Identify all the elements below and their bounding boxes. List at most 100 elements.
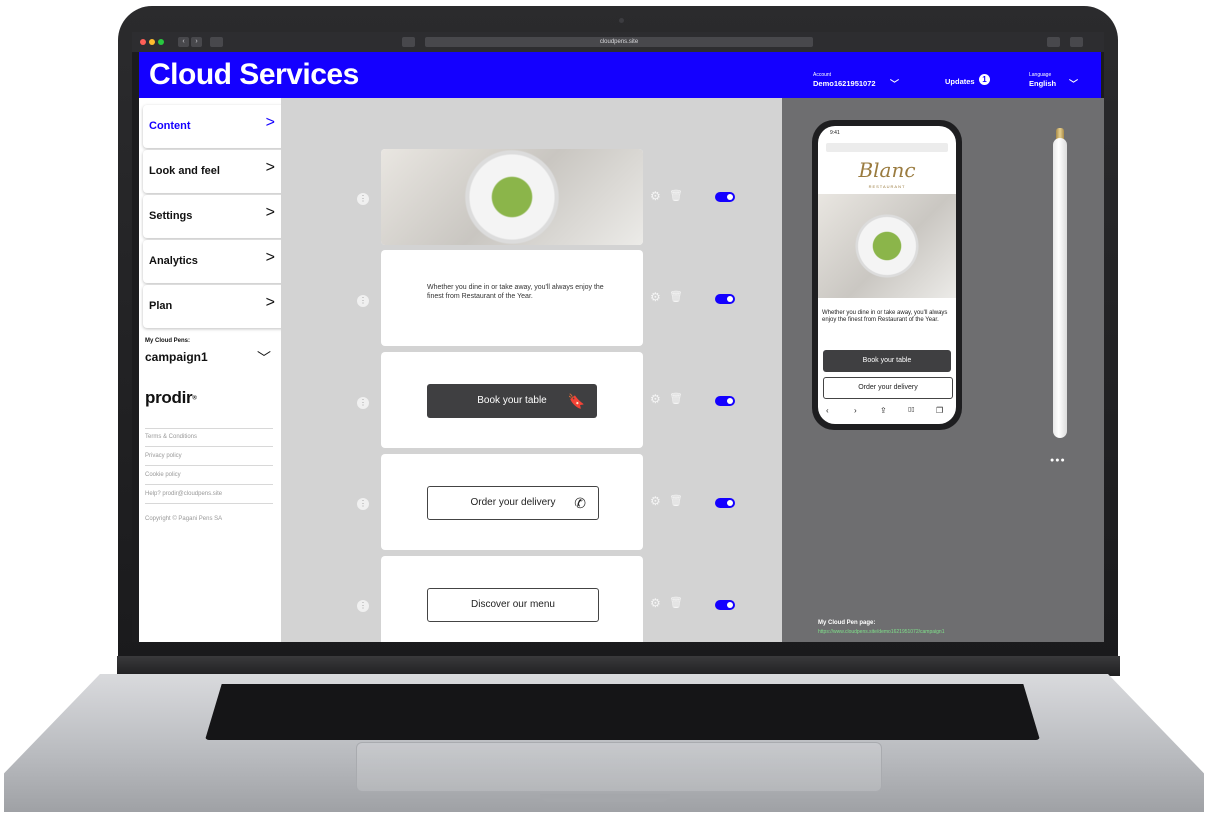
laptop-screen: ‹ › cloudpens.site Cloud Services Accoun… <box>132 32 1104 642</box>
preview-panel: 9:41 Blanc RESTAURANT Whether you dine i… <box>782 98 1104 642</box>
sidebar-item-plan[interactable]: Plan > <box>143 285 287 328</box>
chevron-right-icon: > <box>265 114 275 131</box>
food-image <box>381 149 643 245</box>
content-block-image[interactable] <box>381 149 643 245</box>
chevron-right-icon: > <box>265 294 275 311</box>
touchpad <box>356 742 882 792</box>
phone-preview: 9:41 Blanc RESTAURANT Whether you dine i… <box>812 120 962 430</box>
sidebar-item-settings[interactable]: Settings > <box>143 195 287 238</box>
drag-handle-icon[interactable]: ⋮ <box>357 498 369 510</box>
help-link[interactable]: Help? prodir@cloudpens.site <box>145 491 273 497</box>
cloud-pens-select[interactable]: campaign1 <box>145 350 208 364</box>
prodir-logo: prodir® <box>145 388 197 408</box>
updates-badge[interactable]: 1 <box>979 74 990 85</box>
drag-handle-icon[interactable]: ⋮ <box>357 193 369 205</box>
tabs-icon: ❐ <box>936 406 944 415</box>
privacy-shield-icon[interactable] <box>402 37 415 47</box>
visibility-toggle[interactable] <box>715 396 735 406</box>
discover-menu-button[interactable]: Discover our menu <box>427 588 599 622</box>
language-label: Language <box>1029 72 1052 78</box>
account-label: Account <box>813 72 832 78</box>
trash-icon[interactable]: 🗑 <box>669 190 683 202</box>
privacy-link[interactable]: Privacy policy <box>145 453 273 459</box>
sidebar-item-look-and-feel[interactable]: Look and feel > <box>143 150 287 193</box>
gear-icon[interactable]: ⚙ <box>650 597 662 609</box>
url-bar[interactable]: cloudpens.site <box>425 37 813 47</box>
back-icon: ‹ <box>826 406 829 415</box>
divider <box>145 503 273 504</box>
book-table-button[interactable]: Book your table 🔖 <box>427 384 597 418</box>
restaurant-subtitle: RESTAURANT <box>868 184 906 189</box>
language-value[interactable]: English <box>1029 79 1056 88</box>
restaurant-logo: Blanc <box>858 158 916 182</box>
divider <box>145 465 273 466</box>
gear-icon[interactable]: ⚙ <box>650 393 662 405</box>
language-chevron-down-icon[interactable]: ﹀ <box>1069 77 1078 90</box>
trash-icon[interactable]: 🗑 <box>669 393 683 405</box>
cloud-pen-page-link[interactable]: https://www.cloudpens.site/demo162195107… <box>818 629 944 635</box>
order-delivery-label: Order your delivery <box>470 497 556 508</box>
content-block-text[interactable]: Whether you dine in or take away, you'll… <box>381 250 643 346</box>
browser-forward-button[interactable]: › <box>191 37 202 47</box>
book-table-label: Book your table <box>477 395 547 406</box>
content-block-menu-button[interactable]: Discover our menu <box>381 556 643 642</box>
account-value[interactable]: Demo1621951072 <box>813 79 876 88</box>
copyright: Copyright © Pagani Pens SA <box>145 516 223 522</box>
bookmark-icon: 🔖 <box>567 393 585 409</box>
gear-icon[interactable]: ⚙ <box>650 190 662 202</box>
cloud-pens-label: My Cloud Pens: <box>145 338 191 344</box>
gear-icon[interactable]: ⚙ <box>650 495 662 507</box>
chevron-down-icon[interactable]: ﹀ <box>257 348 271 368</box>
bookmarks-icon: ▯▯ <box>908 407 915 413</box>
preview-text-block: Whether you dine in or take away, you'll… <box>822 310 948 324</box>
sidebar-item-analytics[interactable]: Analytics > <box>143 240 287 283</box>
trash-icon[interactable]: 🗑 <box>669 597 683 609</box>
phone-url-bar <box>826 143 948 152</box>
carousel-dots[interactable]: ●●● <box>1050 457 1066 464</box>
sidebar-item-content[interactable]: Content > <box>143 105 287 148</box>
preview-delivery-button: Order your delivery <box>823 377 953 399</box>
gear-icon[interactable]: ⚙ <box>650 291 662 303</box>
drag-handle-icon[interactable]: ⋮ <box>357 600 369 612</box>
trash-icon[interactable]: 🗑 <box>669 291 683 303</box>
sidebar-item-label: Analytics <box>149 255 198 267</box>
cloud-pen-page-label: My Cloud Pen page: <box>818 620 876 626</box>
camera-icon <box>619 18 624 23</box>
share-icon: ⇪ <box>880 406 887 415</box>
close-window-icon[interactable] <box>140 39 146 45</box>
browser-back-button[interactable]: ‹ <box>178 37 189 47</box>
updates-label[interactable]: Updates <box>945 77 975 86</box>
maximize-window-icon[interactable] <box>158 39 164 45</box>
order-delivery-button[interactable]: Order your delivery ✆ <box>427 486 599 520</box>
phone-icon: ✆ <box>574 495 586 511</box>
minimize-window-icon[interactable] <box>149 39 155 45</box>
forward-icon: › <box>854 406 857 415</box>
drag-handle-icon[interactable]: ⋮ <box>357 397 369 409</box>
preview-book-button: Book your table <box>823 350 951 372</box>
logo-text: prodir <box>145 388 193 407</box>
visibility-toggle[interactable] <box>715 294 735 304</box>
account-chevron-down-icon[interactable]: ﹀ <box>890 77 899 90</box>
preview-delivery-label: Order your delivery <box>858 384 918 391</box>
cookie-link[interactable]: Cookie policy <box>145 472 273 478</box>
app-title: Cloud Services <box>149 58 359 91</box>
keyboard <box>205 684 1040 740</box>
visibility-toggle[interactable] <box>715 600 735 610</box>
visibility-toggle[interactable] <box>715 192 735 202</box>
drag-handle-icon[interactable]: ⋮ <box>357 295 369 307</box>
chevron-right-icon: > <box>265 159 275 176</box>
trash-icon[interactable]: 🗑 <box>669 495 683 507</box>
content-block-book-button[interactable]: Book your table 🔖 <box>381 352 643 448</box>
sidebar-toggle-icon[interactable] <box>210 37 223 47</box>
share-icon[interactable] <box>1047 37 1060 47</box>
content-block-delivery-button[interactable]: Order your delivery ✆ <box>381 454 643 550</box>
visibility-toggle[interactable] <box>715 498 735 508</box>
content-editor: ⋮ ⚙ 🗑 ⋮ Whether you dine in or take away… <box>281 98 782 642</box>
sidebar-item-label: Plan <box>149 300 173 312</box>
preview-food-image <box>818 194 956 298</box>
terms-link[interactable]: Terms & Conditions <box>145 434 273 440</box>
divider <box>145 446 273 447</box>
sidebar-item-label: Content <box>149 120 191 132</box>
tabs-overview-icon[interactable] <box>1070 37 1083 47</box>
chevron-right-icon: > <box>265 249 275 266</box>
